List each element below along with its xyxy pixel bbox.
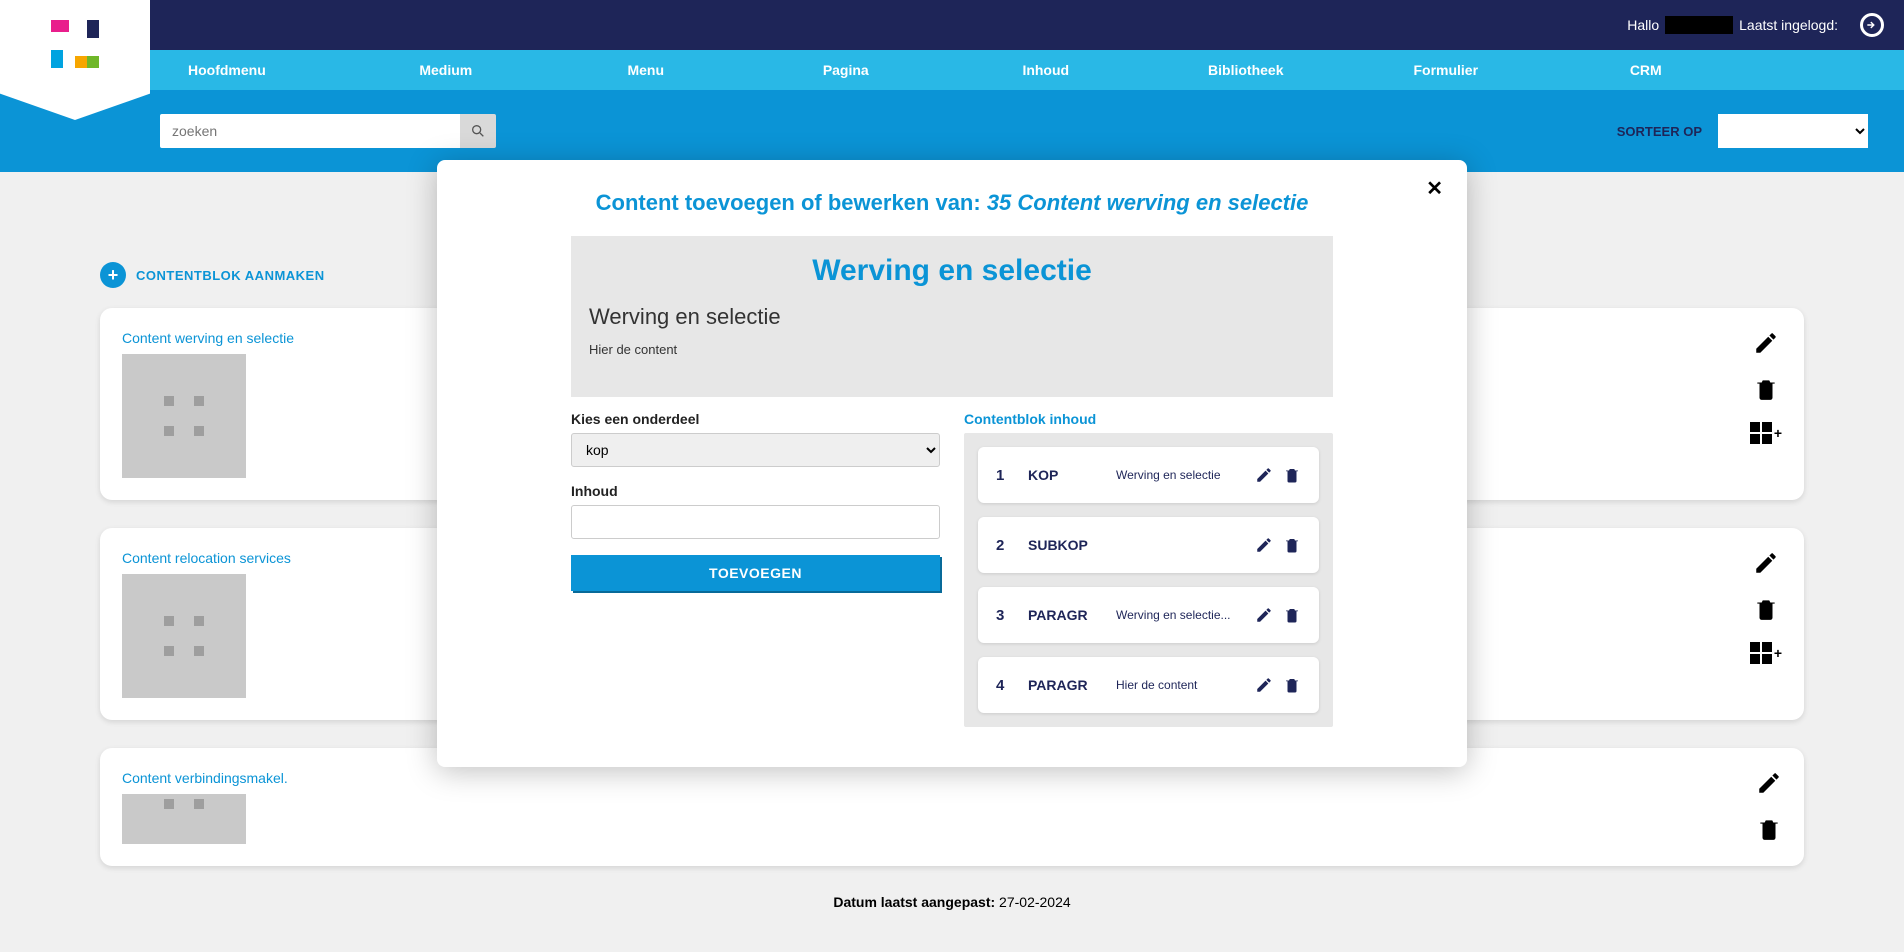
content-input[interactable]: [571, 505, 940, 539]
list-item-number: 2: [996, 537, 1010, 554]
create-contentblock-label: CONTENTBLOK AANMAKEN: [136, 268, 325, 283]
nav-pagina[interactable]: Pagina: [746, 50, 946, 90]
placeholder-icon: [164, 616, 204, 656]
search-input[interactable]: [160, 114, 460, 148]
main-nav: Hoofdmenu Medium Menu Pagina Inhoud Bibl…: [0, 50, 1904, 90]
list-item[interactable]: 4 PARAGR Hier de content: [978, 657, 1319, 713]
card-title[interactable]: Content relocation services: [122, 550, 291, 566]
content-edit-modal: ✕ Content toevoegen of bewerken van: 35 …: [437, 160, 1467, 767]
list-item-text: Werving en selectie: [1116, 468, 1237, 482]
trash-icon[interactable]: [1753, 596, 1779, 622]
sort-wrap: SORTEER OP: [1617, 114, 1868, 148]
plus-circle-icon: +: [100, 262, 126, 288]
search-icon: [470, 123, 486, 139]
card-thumbnail: [122, 574, 246, 698]
search-button[interactable]: [460, 114, 496, 148]
sort-select[interactable]: [1718, 114, 1868, 148]
placeholder-icon: [164, 799, 204, 839]
modal-close-button[interactable]: ✕: [1426, 176, 1443, 201]
edit-icon[interactable]: [1753, 330, 1779, 356]
date-value: 27-02-2024: [999, 894, 1071, 910]
list-item[interactable]: 3 PARAGR Werving en selectie...: [978, 587, 1319, 643]
greeting-prefix: Hallo: [1627, 17, 1659, 33]
content-list-column: Contentblok inhoud 1 KOP Werving en sele…: [964, 411, 1333, 727]
trash-icon[interactable]: [1283, 606, 1301, 624]
user-greeting: Hallo Laatst ingelogd:: [1627, 16, 1838, 34]
card-thumbnail: [122, 354, 246, 478]
preview-subheading: Werving en selectie: [589, 304, 1315, 330]
content-preview: Werving en selectie Werving en selectie …: [571, 236, 1333, 397]
trash-icon[interactable]: [1756, 816, 1782, 842]
date-label: Datum laatst aangepast:: [833, 894, 995, 910]
top-header: Hallo Laatst ingelogd:: [0, 0, 1904, 50]
edit-icon[interactable]: [1753, 550, 1779, 576]
grid-icon: [1750, 422, 1772, 444]
card-title[interactable]: Content werving en selectie: [122, 330, 294, 346]
nav-bibliotheek[interactable]: Bibliotheek: [1146, 50, 1346, 90]
preview-heading: Werving en selectie: [589, 254, 1315, 288]
content-list-title: Contentblok inhoud: [964, 411, 1333, 427]
edit-icon[interactable]: [1255, 536, 1273, 554]
modal-title-prefix: Content toevoegen of bewerken van:: [596, 190, 987, 215]
placeholder-icon: [164, 396, 204, 436]
list-item-type: PARAGR: [1028, 677, 1098, 693]
component-select[interactable]: kop: [571, 433, 940, 467]
nav-hoofdmenu[interactable]: Hoofdmenu: [160, 50, 346, 90]
plus-icon: +: [1774, 425, 1782, 441]
modal-title: Content toevoegen of bewerken van: 35 Co…: [461, 190, 1443, 216]
edit-icon[interactable]: [1756, 770, 1782, 796]
list-item-number: 4: [996, 677, 1010, 694]
card-title[interactable]: Content verbindingsmakel.: [122, 770, 288, 786]
card-thumbnail: [122, 794, 246, 844]
nav-crm[interactable]: CRM: [1546, 50, 1746, 90]
nav-medium[interactable]: Medium: [346, 50, 546, 90]
nav-inhoud[interactable]: Inhoud: [946, 50, 1146, 90]
grid-plus-button[interactable]: +: [1750, 422, 1782, 444]
search-wrap: [160, 114, 496, 148]
edit-icon[interactable]: [1255, 606, 1273, 624]
list-item-type: SUBKOP: [1028, 537, 1098, 553]
list-item[interactable]: 1 KOP Werving en selectie: [978, 447, 1319, 503]
modal-title-italic: 35 Content werving en selectie: [987, 190, 1309, 215]
grid-plus-button[interactable]: +: [1750, 642, 1782, 664]
date-modified: Datum laatst aangepast: 27-02-2024: [100, 894, 1804, 910]
content-list: 1 KOP Werving en selectie 2 SUBKOP: [964, 433, 1333, 727]
list-item-type: KOP: [1028, 467, 1098, 483]
content-input-label: Inhoud: [571, 483, 940, 499]
list-item[interactable]: 2 SUBKOP: [978, 517, 1319, 573]
list-item-number: 1: [996, 467, 1010, 484]
nav-formulier[interactable]: Formulier: [1346, 50, 1546, 90]
form-column: Kies een onderdeel kop Inhoud TOEVOEGEN: [571, 411, 940, 727]
sort-label: SORTEER OP: [1617, 124, 1702, 139]
trash-icon[interactable]: [1283, 676, 1301, 694]
logout-icon: [1865, 18, 1879, 32]
trash-icon[interactable]: [1283, 536, 1301, 554]
plus-icon: +: [1774, 645, 1782, 661]
add-button[interactable]: TOEVOEGEN: [571, 555, 940, 591]
logo-icon: [51, 20, 99, 68]
list-item-type: PARAGR: [1028, 607, 1098, 623]
trash-icon[interactable]: [1753, 376, 1779, 402]
nav-menu[interactable]: Menu: [546, 50, 746, 90]
edit-icon[interactable]: [1255, 676, 1273, 694]
grid-icon: [1750, 642, 1772, 664]
list-item-text: Werving en selectie...: [1116, 608, 1237, 622]
logout-button[interactable]: [1860, 13, 1884, 37]
select-label: Kies een onderdeel: [571, 411, 940, 427]
list-item-number: 3: [996, 607, 1010, 624]
edit-icon[interactable]: [1255, 466, 1273, 484]
user-name-redacted: [1665, 16, 1733, 34]
list-item-text: Hier de content: [1116, 678, 1237, 692]
preview-content: Hier de content: [589, 342, 1315, 357]
last-login-label: Laatst ingelogd:: [1739, 17, 1838, 33]
trash-icon[interactable]: [1283, 466, 1301, 484]
